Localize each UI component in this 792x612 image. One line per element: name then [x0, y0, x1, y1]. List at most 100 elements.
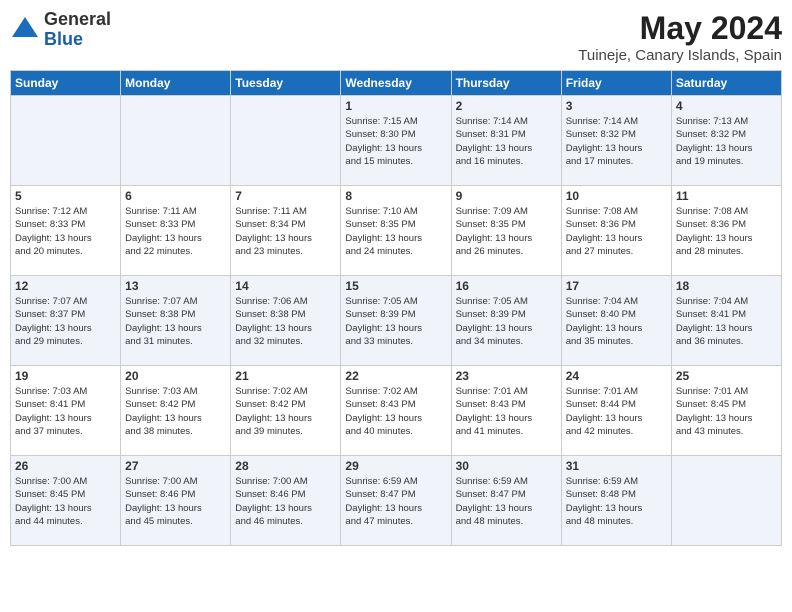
header-friday: Friday	[561, 71, 671, 96]
cell-info: Sunrise: 7:02 AM Sunset: 8:43 PM Dayligh…	[345, 385, 446, 438]
cell-info: Sunrise: 6:59 AM Sunset: 8:47 PM Dayligh…	[456, 475, 557, 528]
day-number: 21	[235, 369, 336, 383]
cell-info: Sunrise: 7:02 AM Sunset: 8:42 PM Dayligh…	[235, 385, 336, 438]
day-number: 23	[456, 369, 557, 383]
logo-icon	[10, 15, 40, 45]
day-number: 7	[235, 189, 336, 203]
table-row: 25 Sunrise: 7:01 AM Sunset: 8:45 PM Dayli…	[671, 366, 781, 456]
header-wednesday: Wednesday	[341, 71, 451, 96]
table-row	[121, 96, 231, 186]
month-year-title: May 2024	[578, 10, 782, 47]
header-thursday: Thursday	[451, 71, 561, 96]
day-number: 29	[345, 459, 446, 473]
cell-info: Sunrise: 7:07 AM Sunset: 8:37 PM Dayligh…	[15, 295, 116, 348]
cell-info: Sunrise: 7:00 AM Sunset: 8:45 PM Dayligh…	[15, 475, 116, 528]
cell-info: Sunrise: 7:11 AM Sunset: 8:34 PM Dayligh…	[235, 205, 336, 258]
cell-info: Sunrise: 7:05 AM Sunset: 8:39 PM Dayligh…	[345, 295, 446, 348]
day-number: 17	[566, 279, 667, 293]
table-row	[231, 96, 341, 186]
cell-info: Sunrise: 7:12 AM Sunset: 8:33 PM Dayligh…	[15, 205, 116, 258]
table-row: 13Sunrise: 7:07 AM Sunset: 8:38 PM Dayli…	[121, 276, 231, 366]
cell-info: Sunrise: 7:07 AM Sunset: 8:38 PM Dayligh…	[125, 295, 226, 348]
table-row: 23 Sunrise: 7:01 AM Sunset: 8:43 PM Dayli…	[451, 366, 561, 456]
table-row: 28Sunrise: 7:00 AM Sunset: 8:46 PM Dayli…	[231, 456, 341, 546]
table-row: 29 Sunrise: 6:59 AM Sunset: 8:47 PM Dayli…	[341, 456, 451, 546]
day-number: 16	[456, 279, 557, 293]
cell-info: Sunrise: 7:08 AM Sunset: 8:36 PM Dayligh…	[566, 205, 667, 258]
cell-info: Sunrise: 6:59 AM Sunset: 8:47 PM Dayligh…	[345, 475, 446, 528]
table-row: 12 Sunrise: 7:07 AM Sunset: 8:37 PM Dayli…	[11, 276, 121, 366]
table-row: 8 Sunrise: 7:10 AM Sunset: 8:35 PM Daylig…	[341, 186, 451, 276]
cell-info: Sunrise: 7:13 AM Sunset: 8:32 PM Dayligh…	[676, 115, 777, 168]
table-row: 20 Sunrise: 7:03 AM Sunset: 8:42 PM Dayli…	[121, 366, 231, 456]
cell-info: Sunrise: 7:11 AM Sunset: 8:33 PM Dayligh…	[125, 205, 226, 258]
day-number: 27	[125, 459, 226, 473]
day-number: 4	[676, 99, 777, 113]
table-row	[671, 456, 781, 546]
table-row: 3Sunrise: 7:14 AM Sunset: 8:32 PM Daylig…	[561, 96, 671, 186]
day-number: 6	[125, 189, 226, 203]
cell-info: Sunrise: 7:10 AM Sunset: 8:35 PM Dayligh…	[345, 205, 446, 258]
day-number: 30	[456, 459, 557, 473]
day-number: 25	[676, 369, 777, 383]
cell-info: Sunrise: 6:59 AM Sunset: 8:48 PM Dayligh…	[566, 475, 667, 528]
cell-info: Sunrise: 7:04 AM Sunset: 8:40 PM Dayligh…	[566, 295, 667, 348]
day-number: 24	[566, 369, 667, 383]
cell-info: Sunrise: 7:04 AM Sunset: 8:41 PM Dayligh…	[676, 295, 777, 348]
cell-info: Sunrise: 7:01 AM Sunset: 8:45 PM Dayligh…	[676, 385, 777, 438]
table-row: 18 Sunrise: 7:04 AM Sunset: 8:41 PM Dayli…	[671, 276, 781, 366]
day-number: 8	[345, 189, 446, 203]
day-number: 14	[235, 279, 336, 293]
table-row: 24 Sunrise: 7:01 AM Sunset: 8:44 PM Dayli…	[561, 366, 671, 456]
table-row: 4 Sunrise: 7:13 AM Sunset: 8:32 PM Daylig…	[671, 96, 781, 186]
logo: General Blue	[10, 10, 111, 50]
header-saturday: Saturday	[671, 71, 781, 96]
cell-info: Sunrise: 7:05 AM Sunset: 8:39 PM Dayligh…	[456, 295, 557, 348]
cell-info: Sunrise: 7:06 AM Sunset: 8:38 PM Dayligh…	[235, 295, 336, 348]
table-row	[11, 96, 121, 186]
day-number: 19	[15, 369, 116, 383]
day-number: 9	[456, 189, 557, 203]
cell-info: Sunrise: 7:09 AM Sunset: 8:35 PM Dayligh…	[456, 205, 557, 258]
day-number: 12	[15, 279, 116, 293]
table-row: 7 Sunrise: 7:11 AM Sunset: 8:34 PM Daylig…	[231, 186, 341, 276]
day-number: 10	[566, 189, 667, 203]
table-row: 17 Sunrise: 7:04 AM Sunset: 8:40 PM Dayli…	[561, 276, 671, 366]
table-row: 31 Sunrise: 6:59 AM Sunset: 8:48 PM Dayli…	[561, 456, 671, 546]
cell-info: Sunrise: 7:03 AM Sunset: 8:42 PM Dayligh…	[125, 385, 226, 438]
logo-general-text: General	[44, 9, 111, 29]
day-number: 11	[676, 189, 777, 203]
location-subtitle: Tuineje, Canary Islands, Spain	[578, 47, 782, 64]
table-row: 30 Sunrise: 6:59 AM Sunset: 8:47 PM Dayli…	[451, 456, 561, 546]
day-number: 2	[456, 99, 557, 113]
cell-info: Sunrise: 7:15 AM Sunset: 8:30 PM Dayligh…	[345, 115, 446, 168]
cell-info: Sunrise: 7:01 AM Sunset: 8:43 PM Dayligh…	[456, 385, 557, 438]
logo-blue-text: Blue	[44, 29, 83, 49]
cell-info: Sunrise: 7:00 AM Sunset: 8:46 PM Dayligh…	[125, 475, 226, 528]
header-monday: Monday	[121, 71, 231, 96]
day-number: 28	[235, 459, 336, 473]
table-row: 19Sunrise: 7:03 AM Sunset: 8:41 PM Dayli…	[11, 366, 121, 456]
table-row: 26 Sunrise: 7:00 AM Sunset: 8:45 PM Dayli…	[11, 456, 121, 546]
cell-info: Sunrise: 7:08 AM Sunset: 8:36 PM Dayligh…	[676, 205, 777, 258]
day-number: 26	[15, 459, 116, 473]
table-row: 16 Sunrise: 7:05 AM Sunset: 8:39 PM Dayli…	[451, 276, 561, 366]
cell-info: Sunrise: 7:14 AM Sunset: 8:31 PM Dayligh…	[456, 115, 557, 168]
table-row: 6 Sunrise: 7:11 AM Sunset: 8:33 PM Daylig…	[121, 186, 231, 276]
cell-info: Sunrise: 7:01 AM Sunset: 8:44 PM Dayligh…	[566, 385, 667, 438]
table-row: 10 Sunrise: 7:08 AM Sunset: 8:36 PM Dayli…	[561, 186, 671, 276]
day-number: 15	[345, 279, 446, 293]
table-row: 11 Sunrise: 7:08 AM Sunset: 8:36 PM Dayli…	[671, 186, 781, 276]
table-row: 21 Sunrise: 7:02 AM Sunset: 8:42 PM Dayli…	[231, 366, 341, 456]
table-row: 2 Sunrise: 7:14 AM Sunset: 8:31 PM Daylig…	[451, 96, 561, 186]
day-number: 18	[676, 279, 777, 293]
table-row: 9 Sunrise: 7:09 AM Sunset: 8:35 PM Daylig…	[451, 186, 561, 276]
calendar-table: Sunday Monday Tuesday Wednesday Thursday…	[10, 70, 782, 546]
day-number: 22	[345, 369, 446, 383]
day-number: 5	[15, 189, 116, 203]
table-row: 15 Sunrise: 7:05 AM Sunset: 8:39 PM Dayli…	[341, 276, 451, 366]
day-number: 3	[566, 99, 667, 113]
day-number: 20	[125, 369, 226, 383]
page-header: General Blue May 2024 Tuineje, Canary Is…	[10, 10, 782, 64]
day-number: 31	[566, 459, 667, 473]
